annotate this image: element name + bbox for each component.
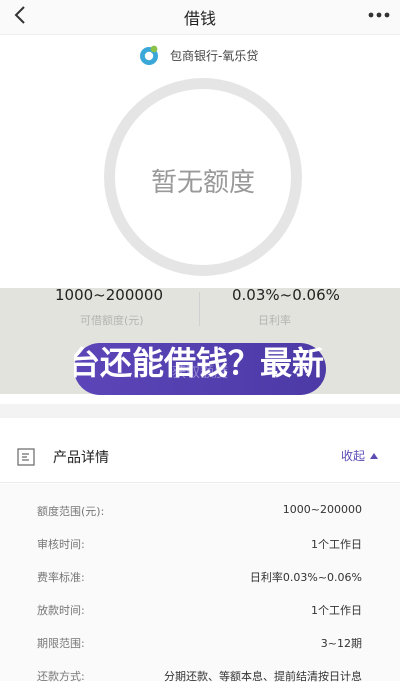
section-separator <box>0 404 400 418</box>
detail-row-label: 还款方式: <box>37 670 85 683</box>
detail-row-label: 额度范围(元): <box>37 505 105 518</box>
detail-list-icon <box>17 448 35 466</box>
chevron-up-icon <box>370 452 378 459</box>
quota-ring: 暂无额度 <box>104 78 302 276</box>
product-detail-title: 产品详情 <box>53 450 109 466</box>
detail-row-amount: 额度范围(元): 1000~200000 <box>0 494 400 527</box>
overlay-banner-text: 台还能借钱？最新 <box>74 344 325 382</box>
detail-row-repayment: 还款方式: 分期还款、等额本息、提前结清按日计息 <box>0 659 400 692</box>
detail-row-review-time: 审核时间: 1个工作日 <box>0 527 400 560</box>
stats-divider <box>199 292 200 326</box>
detail-row-value: 1000~200000 <box>282 503 362 516</box>
detail-row-value: 分期还款、等额本息、提前结清按日计息 <box>164 670 362 683</box>
detail-row-value: 1个工作日 <box>311 604 362 617</box>
nav-bar: 借钱 <box>0 0 400 35</box>
lender-name: 包商银行-氧乐贷 <box>170 48 259 63</box>
product-detail-header: 产品详情 收起 <box>0 418 400 482</box>
detail-row-fee: 费率标准: 日利率0.03%~0.06% <box>0 560 400 593</box>
detail-row-value: 1个工作日 <box>311 538 362 551</box>
detail-row-value: 日利率0.03%~0.06% <box>249 571 362 584</box>
lender-logo-icon <box>140 45 158 65</box>
lender-brand: 包商银行-氧乐贷 <box>138 44 258 66</box>
more-options-icon[interactable] <box>366 2 392 28</box>
detail-row-disbursement: 放款时间: 1个工作日 <box>0 593 400 626</box>
detail-row-label: 费率标准: <box>37 571 85 584</box>
product-detail-list: 额度范围(元): 1000~200000 审核时间: 1个工作日 费率标准: 日… <box>0 484 400 683</box>
quota-status: 暂无额度 <box>150 168 255 198</box>
rate-range-caption: 日利率 <box>258 314 291 327</box>
detail-row-label: 放款时间: <box>37 604 85 617</box>
detail-row-value: 3~12期 <box>320 637 362 650</box>
detail-row-label: 审核时间: <box>37 538 85 551</box>
collapse-toggle[interactable]: 收起 <box>341 447 378 464</box>
amount-range-value: 1000~200000 <box>55 286 164 304</box>
detail-row-term: 期限范围: 3~12期 <box>0 626 400 659</box>
amount-range-caption: 可借额度(元) <box>80 314 144 327</box>
detail-divider <box>0 482 400 483</box>
collapse-toggle-label: 收起 <box>340 449 365 463</box>
page-title: 借钱 <box>183 9 216 28</box>
rate-range-value: 0.03%~0.06% <box>232 286 340 304</box>
detail-row-label: 期限范围: <box>37 637 85 650</box>
